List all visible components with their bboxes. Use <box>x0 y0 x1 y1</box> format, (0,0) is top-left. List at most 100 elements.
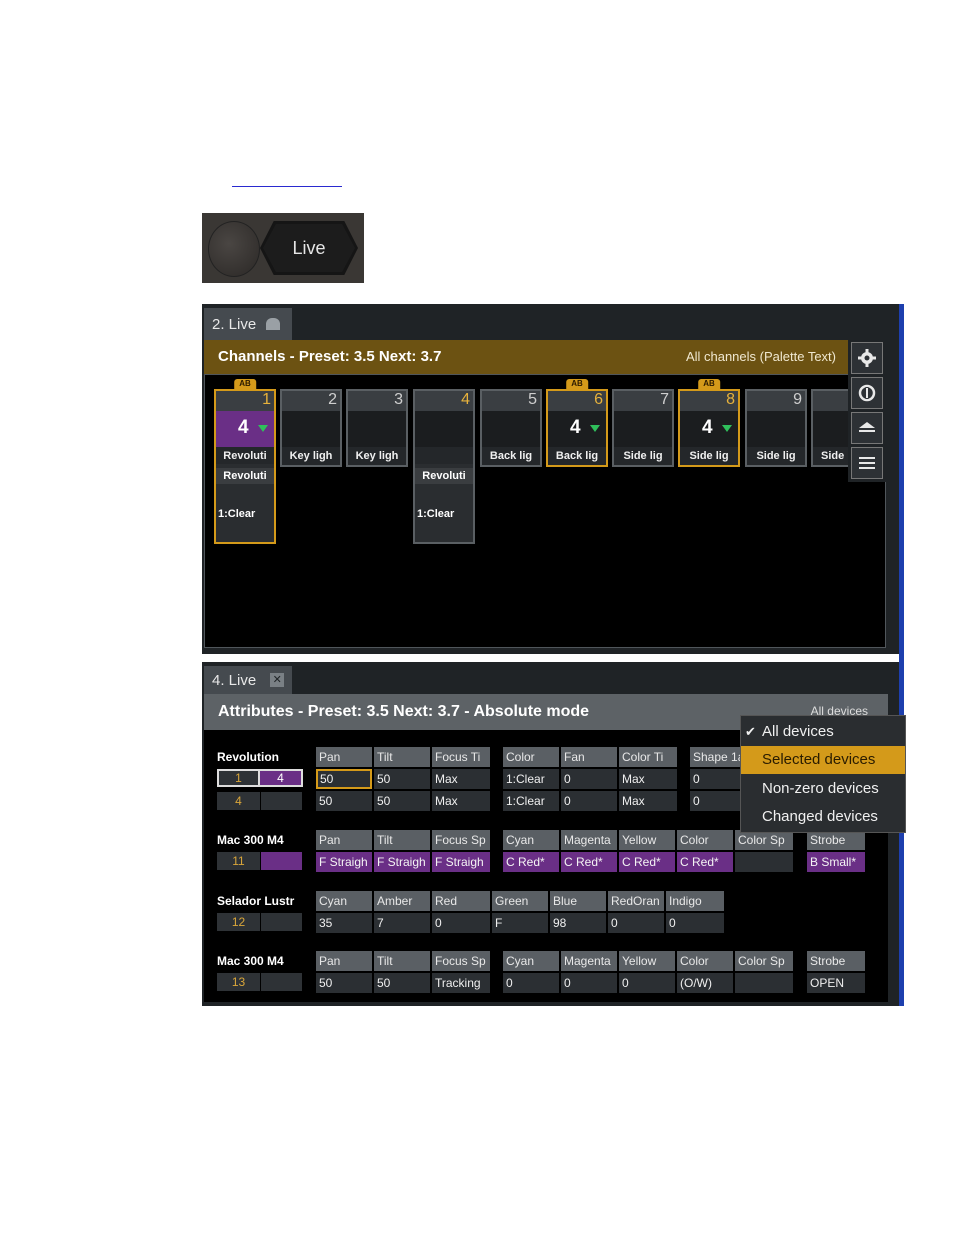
attr-value[interactable]: C Red* <box>561 852 617 872</box>
page-down-icon[interactable] <box>851 447 883 479</box>
attr-value[interactable]: 50 <box>316 769 372 789</box>
attr-value[interactable]: C Red* <box>503 852 559 872</box>
attr-value[interactable]: 50 <box>316 791 372 811</box>
attr-value[interactable]: Max <box>619 769 677 789</box>
attr-header: Cyan <box>503 951 559 971</box>
fixture-channel[interactable] <box>261 913 302 931</box>
tab-live-2[interactable]: 2. Live <box>204 308 292 340</box>
live-key-label: Live <box>263 224 355 272</box>
channel-number: 6 <box>594 391 603 408</box>
attr-value[interactable]: 0 <box>503 973 559 993</box>
attr-header: Focus Ti <box>432 747 490 767</box>
close-icon[interactable]: ✕ <box>270 673 285 687</box>
attr-value[interactable]: F Straigh <box>316 852 372 872</box>
menu-item-changed-devices[interactable]: Changed devices <box>741 803 905 831</box>
attr-value[interactable]: 0 <box>666 913 724 933</box>
menu-item-label: Changed devices <box>762 808 878 825</box>
link-underline[interactable] <box>232 186 342 187</box>
channel-5[interactable]: 5 Back lig <box>480 389 542 467</box>
attr-value[interactable]: 0 <box>608 913 664 933</box>
menu-item-selected-devices[interactable]: Selected devices <box>741 746 905 774</box>
channel-3[interactable]: 3 Key ligh <box>346 389 408 467</box>
channel-8[interactable]: AB 8 4 Side lig <box>678 379 740 467</box>
attr-value[interactable]: 0 <box>690 769 740 789</box>
attr-value[interactable]: 0 <box>561 791 617 811</box>
attr-value[interactable]: OPEN <box>807 973 865 993</box>
attr-header: Focus Sp <box>432 951 490 971</box>
attr-header: Yellow <box>619 951 675 971</box>
lock-icon[interactable] <box>266 318 281 330</box>
attr-value[interactable]: 50 <box>374 769 430 789</box>
attr-value[interactable]: F Straigh <box>374 852 430 872</box>
attr-header: Blue <box>550 891 606 911</box>
attr-value[interactable]: 98 <box>550 913 606 933</box>
down-arrow-icon <box>590 425 600 432</box>
fixture-channel[interactable] <box>261 792 302 810</box>
attr-value[interactable]: 0 <box>432 913 490 933</box>
channel-7[interactable]: 7 Side lig <box>612 389 674 467</box>
attr-value[interactable]: 0 <box>561 769 617 789</box>
fixture-channel[interactable] <box>261 973 302 991</box>
channel-1-attributes: Revoluti 1:Clear <box>214 464 276 544</box>
channels-filter[interactable]: All channels (Palette Text) <box>686 349 836 364</box>
attr-value[interactable]: 50 <box>374 973 430 993</box>
fixture-id[interactable]: 1 <box>217 769 260 787</box>
attr-value[interactable] <box>735 852 793 872</box>
attr-value[interactable]: 7 <box>374 913 430 933</box>
attr-header: Color Sp <box>735 951 793 971</box>
attr-value[interactable]: Max <box>619 791 677 811</box>
sync-icon[interactable] <box>851 377 883 409</box>
fixture-id[interactable]: 13 <box>217 973 260 991</box>
attr-value[interactable]: F Straigh <box>432 852 490 872</box>
menu-item-non-zero-devices[interactable]: Non-zero devices <box>741 775 905 803</box>
attr-value[interactable]: 50 <box>316 973 372 993</box>
live-key[interactable]: Live <box>260 221 358 275</box>
attr-value[interactable]: 0 <box>619 973 675 993</box>
attr-value[interactable]: Max <box>432 769 490 789</box>
attr-header: Tilt <box>374 951 430 971</box>
attr-name: Revoluti <box>216 468 274 484</box>
attr-value[interactable]: Tracking <box>432 973 490 993</box>
attr-value[interactable]: 0 <box>561 973 617 993</box>
attr-value[interactable]: B Small* <box>807 852 865 872</box>
attr-value[interactable]: (O/W) <box>677 973 733 993</box>
attr-value[interactable]: Max <box>432 791 490 811</box>
menu-item-all-devices[interactable]: ✔ All devices <box>741 718 905 746</box>
channel-1[interactable]: AB 1 4 Revoluti <box>214 379 276 467</box>
channel-6[interactable]: AB 6 4 Back lig <box>546 379 608 467</box>
gear-icon[interactable] <box>851 342 883 374</box>
channel-label: Key ligh <box>282 447 340 465</box>
attr-header: Yellow <box>619 830 675 850</box>
fixture-channel[interactable]: 4 <box>260 769 303 787</box>
down-arrow-icon <box>722 425 732 432</box>
attr-header: Pan <box>316 747 372 767</box>
attr-value[interactable]: F <box>492 913 548 933</box>
fixture-id[interactable]: 4 <box>217 792 260 810</box>
ab-badge: AB <box>566 379 588 389</box>
channel-4[interactable]: 4 <box>413 389 475 467</box>
tab-label: 4. Live <box>212 671 257 689</box>
attr-value[interactable]: 1:Clear <box>503 769 559 789</box>
attr-value[interactable]: 35 <box>316 913 372 933</box>
fixture-id[interactable]: 12 <box>217 913 260 931</box>
fixture-id[interactable]: 11 <box>217 852 260 870</box>
attr-value[interactable]: 1:Clear <box>503 791 559 811</box>
attr-value[interactable]: C Red* <box>619 852 675 872</box>
channel-2[interactable]: 2 Key ligh <box>280 389 342 467</box>
attr-value[interactable]: 50 <box>374 791 430 811</box>
channel-9[interactable]: 9 Side lig <box>745 389 807 467</box>
attr-header: Pan <box>316 951 372 971</box>
channel-10[interactable]: Side <box>811 389 851 467</box>
channel-label: Back lig <box>482 447 540 465</box>
attr-value[interactable]: C Red* <box>677 852 733 872</box>
attr-value[interactable]: 0 <box>690 791 740 811</box>
page-up-icon[interactable] <box>851 412 883 444</box>
channel-number: 1 <box>262 391 271 408</box>
attr-value: 1:Clear <box>218 508 256 520</box>
tab-live-4[interactable]: 4. Live ✕ <box>204 666 292 694</box>
channels-header: Channels - Preset: 3.5 Next: 3.7 All cha… <box>204 340 886 374</box>
attr-value[interactable] <box>735 973 793 993</box>
fixture-channel[interactable] <box>261 852 302 870</box>
attr-header: Pan <box>316 830 372 850</box>
channel-number: 7 <box>660 391 669 408</box>
